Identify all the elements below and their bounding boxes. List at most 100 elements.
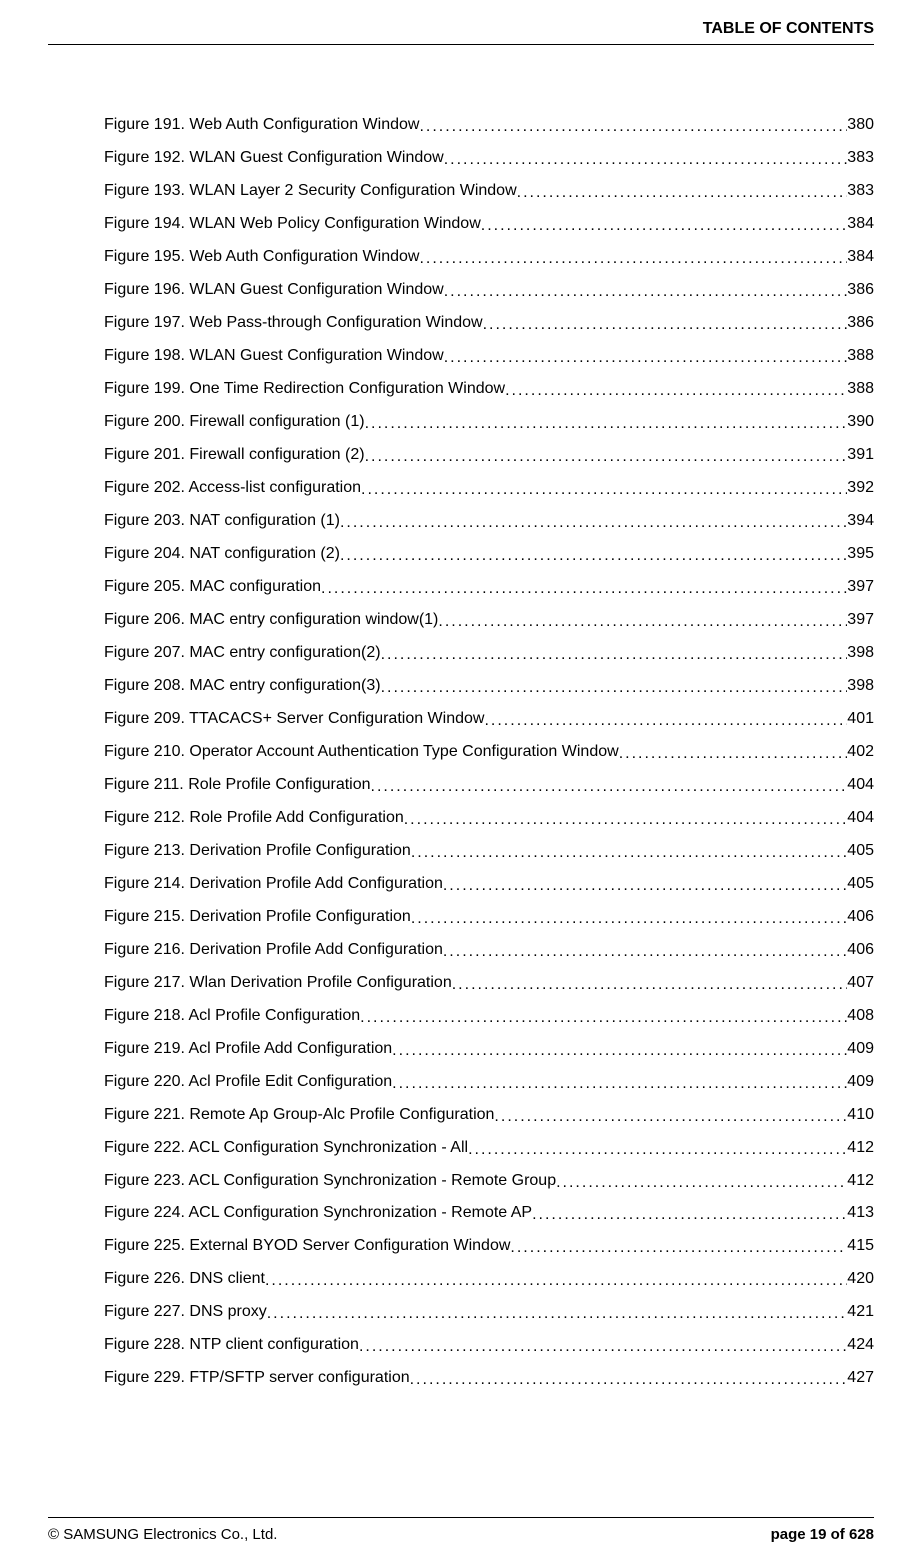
toc-entry-page: 413: [847, 1203, 874, 1222]
toc-row: Figure 201. Firewall configuration (2) .…: [104, 445, 874, 464]
toc-leader-dots: ........................................…: [392, 1074, 847, 1091]
toc-entry-page: 384: [847, 214, 874, 233]
footer-copyright: © SAMSUNG Electronics Co., Ltd.: [48, 1526, 277, 1543]
toc-entry-title: Figure 200. Firewall configuration (1): [104, 412, 365, 431]
toc-entry-title: Figure 204. NAT configuration (2): [104, 544, 340, 563]
toc-row: Figure 209. TTACACS+ Server Configuratio…: [104, 709, 874, 728]
toc-leader-dots: ........................................…: [468, 1140, 847, 1157]
toc-entry-page: 392: [847, 478, 874, 497]
toc-leader-dots: ........................................…: [510, 1238, 847, 1255]
toc-entry-page: 398: [847, 676, 874, 695]
toc-leader-dots: ........................................…: [556, 1173, 847, 1190]
toc-row: Figure 206. MAC entry configuration wind…: [104, 610, 874, 629]
toc-row: Figure 191. Web Auth Configuration Windo…: [104, 115, 874, 134]
toc-entry-page: 386: [847, 313, 874, 332]
toc-entry-page: 412: [847, 1171, 874, 1190]
toc-leader-dots: ........................................…: [419, 249, 847, 266]
toc-leader-dots: ........................................…: [443, 942, 847, 959]
toc-row: Figure 227. DNS proxy ..................…: [104, 1302, 874, 1321]
toc-entry-title: Figure 223. ACL Configuration Synchroniz…: [104, 1171, 556, 1190]
toc-leader-dots: ........................................…: [321, 579, 847, 596]
toc-entry-title: Figure 196. WLAN Guest Configuration Win…: [104, 280, 444, 299]
toc-entry-title: Figure 225. External BYOD Server Configu…: [104, 1236, 510, 1255]
toc-entry-page: 388: [847, 346, 874, 365]
toc-leader-dots: ........................................…: [532, 1205, 847, 1222]
toc-row: Figure 198. WLAN Guest Configuration Win…: [104, 346, 874, 365]
toc-leader-dots: ........................................…: [505, 381, 847, 398]
toc-entry-title: Figure 218. Acl Profile Configuration: [104, 1006, 360, 1025]
toc-leader-dots: ........................................…: [392, 1041, 847, 1058]
toc-entry-page: 388: [847, 379, 874, 398]
toc-leader-dots: ........................................…: [494, 1107, 847, 1124]
toc-entry-page: 404: [847, 808, 874, 827]
toc-leader-dots: ........................................…: [483, 315, 848, 332]
toc-entry-title: Figure 191. Web Auth Configuration Windo…: [104, 115, 419, 134]
toc-leader-dots: ........................................…: [371, 777, 848, 794]
toc-leader-dots: ........................................…: [452, 975, 848, 992]
toc-entry-title: Figure 201. Firewall configuration (2): [104, 445, 365, 464]
toc-leader-dots: ........................................…: [410, 1370, 848, 1387]
toc-leader-dots: ........................................…: [619, 744, 848, 761]
toc-entry-title: Figure 193. WLAN Layer 2 Security Config…: [104, 181, 517, 200]
header-title: TABLE OF CONTENTS: [48, 20, 874, 45]
toc-leader-dots: ........................................…: [360, 1008, 847, 1025]
toc-entry-title: Figure 210. Operator Account Authenticat…: [104, 742, 619, 761]
toc-row: Figure 219. Acl Profile Add Configuratio…: [104, 1039, 874, 1058]
toc-entry-title: Figure 206. MAC entry configuration wind…: [104, 610, 438, 629]
toc-entry-title: Figure 207. MAC entry configuration(2): [104, 643, 381, 662]
toc-row: Figure 221. Remote Ap Group-Alc Profile …: [104, 1105, 874, 1124]
toc-entry-title: Figure 209. TTACACS+ Server Configuratio…: [104, 709, 484, 728]
toc-leader-dots: ........................................…: [443, 876, 847, 893]
toc-row: Figure 220. Acl Profile Edit Configurati…: [104, 1072, 874, 1091]
toc-entry-page: 427: [847, 1368, 874, 1387]
toc-entry-page: 391: [847, 445, 874, 464]
toc-entry-page: 408: [847, 1006, 874, 1025]
toc-row: Figure 210. Operator Account Authenticat…: [104, 742, 874, 761]
toc-entry-title: Figure 197. Web Pass-through Configurati…: [104, 313, 483, 332]
toc-entry-page: 383: [847, 181, 874, 200]
toc-row: Figure 217. Wlan Derivation Profile Conf…: [104, 973, 874, 992]
toc-entry-title: Figure 229. FTP/SFTP server configuratio…: [104, 1368, 410, 1387]
toc-row: Figure 211. Role Profile Configuration .…: [104, 775, 874, 794]
toc-entry-title: Figure 205. MAC configuration: [104, 577, 321, 596]
toc-entry-title: Figure 220. Acl Profile Edit Configurati…: [104, 1072, 392, 1091]
toc-entry-title: Figure 226. DNS client: [104, 1269, 265, 1288]
footer: © SAMSUNG Electronics Co., Ltd. page 19 …: [48, 1517, 874, 1543]
toc-entry-page: 402: [847, 742, 874, 761]
toc-row: Figure 204. NAT configuration (2) ......…: [104, 544, 874, 563]
toc-row: Figure 200. Firewall configuration (1) .…: [104, 412, 874, 431]
toc-entry-title: Figure 214. Derivation Profile Add Confi…: [104, 874, 443, 893]
toc-row: Figure 195. Web Auth Configuration Windo…: [104, 247, 874, 266]
toc-leader-dots: ........................................…: [267, 1304, 848, 1321]
toc-entry-page: 405: [847, 874, 874, 893]
toc-row: Figure 214. Derivation Profile Add Confi…: [104, 874, 874, 893]
toc-row: Figure 218. Acl Profile Configuration ..…: [104, 1006, 874, 1025]
toc-leader-dots: ........................................…: [411, 843, 847, 860]
toc-leader-dots: ........................................…: [404, 810, 848, 827]
toc-leader-dots: ........................................…: [444, 150, 848, 167]
toc-row: Figure 224. ACL Configuration Synchroniz…: [104, 1203, 874, 1222]
toc-leader-dots: ........................................…: [438, 612, 847, 629]
toc-entry-page: 394: [847, 511, 874, 530]
toc-entry-title: Figure 222. ACL Configuration Synchroniz…: [104, 1138, 468, 1157]
toc-leader-dots: ........................................…: [340, 513, 847, 530]
toc-leader-dots: ........................................…: [484, 711, 847, 728]
toc-row: Figure 207. MAC entry configuration(2) .…: [104, 643, 874, 662]
toc-row: Figure 193. WLAN Layer 2 Security Config…: [104, 181, 874, 200]
toc-entry-page: 405: [847, 841, 874, 860]
toc-leader-dots: ........................................…: [411, 909, 847, 926]
toc-leader-dots: ........................................…: [419, 117, 847, 134]
toc-entry-title: Figure 215. Derivation Profile Configura…: [104, 907, 411, 926]
toc-entry-title: Figure 194. WLAN Web Policy Configuratio…: [104, 214, 481, 233]
toc-list: Figure 191. Web Auth Configuration Windo…: [48, 115, 874, 1388]
toc-entry-page: 380: [847, 115, 874, 134]
toc-leader-dots: ........................................…: [265, 1271, 847, 1288]
toc-row: Figure 213. Derivation Profile Configura…: [104, 841, 874, 860]
toc-entry-title: Figure 199. One Time Redirection Configu…: [104, 379, 505, 398]
toc-entry-page: 398: [847, 643, 874, 662]
toc-row: Figure 194. WLAN Web Policy Configuratio…: [104, 214, 874, 233]
toc-row: Figure 222. ACL Configuration Synchroniz…: [104, 1138, 874, 1157]
toc-entry-page: 390: [847, 412, 874, 431]
toc-entry-page: 397: [847, 577, 874, 596]
toc-leader-dots: ........................................…: [517, 183, 848, 200]
